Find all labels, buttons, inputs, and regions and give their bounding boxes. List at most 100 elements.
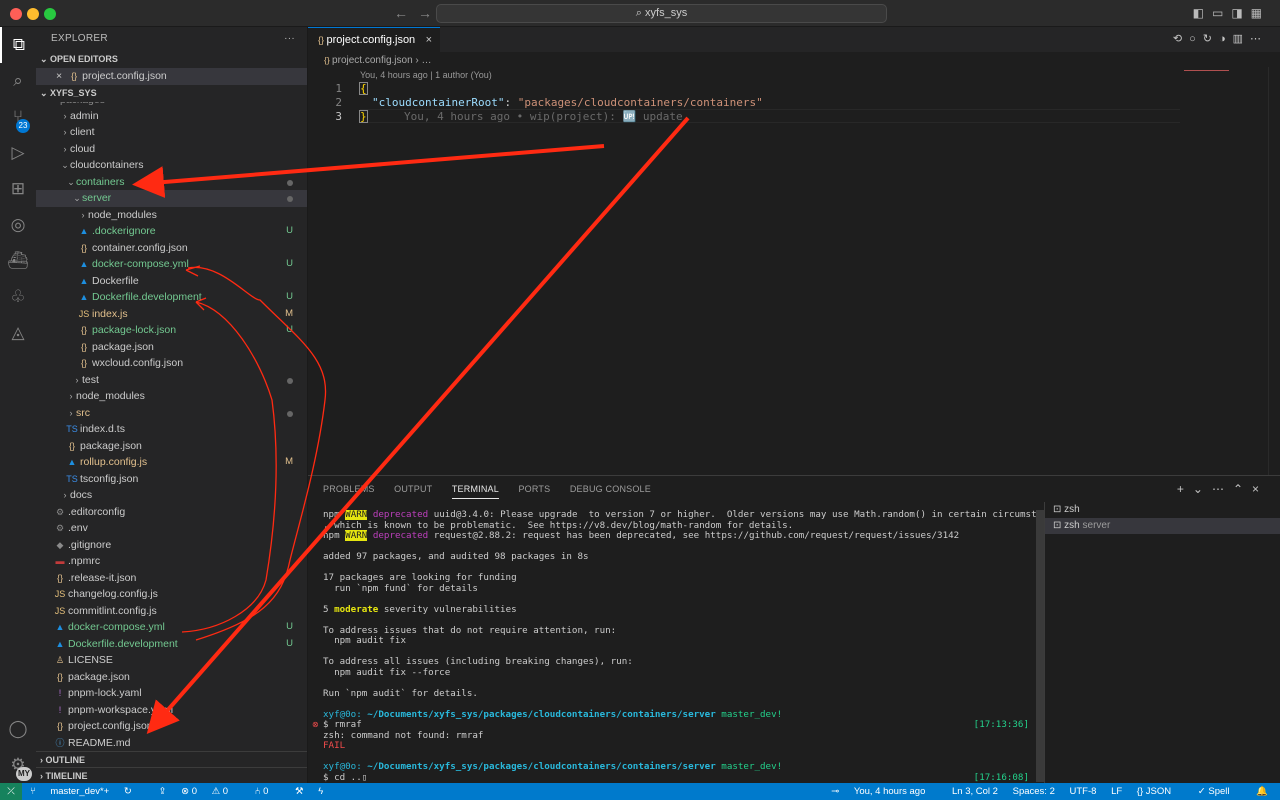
tree-icon[interactable]: ♧ bbox=[0, 279, 36, 315]
file-item[interactable]: ⚙ .env bbox=[36, 520, 307, 537]
file-item[interactable]: ▲ .dockerignore U bbox=[36, 223, 307, 240]
gitlab-icon[interactable]: ◬ bbox=[0, 315, 36, 351]
file-item[interactable]: ▬ .npmrc bbox=[36, 553, 307, 570]
editor-actions[interactable]: ⟲○↻◑▥⋯ bbox=[1173, 32, 1268, 45]
tab-output[interactable]: OUTPUT bbox=[394, 484, 432, 494]
docker-icon[interactable]: ⛴ bbox=[0, 243, 36, 279]
folder-item[interactable]: ⌄cloudcontainers bbox=[36, 157, 307, 174]
file-item[interactable]: {} wxcloud.config.json bbox=[36, 355, 307, 372]
remote-indicator-icon[interactable]: ⤫ bbox=[0, 783, 22, 800]
lightning-icon[interactable]: ϟ bbox=[318, 786, 323, 797]
run-debug-icon[interactable]: ▷ bbox=[0, 135, 36, 171]
zoom-window-button[interactable] bbox=[44, 8, 56, 20]
close-window-button[interactable] bbox=[10, 8, 22, 20]
file-item[interactable]: ▲ docker-compose.yml U bbox=[36, 619, 307, 636]
explorer-icon[interactable]: ⧉ bbox=[0, 27, 36, 63]
end-of-line[interactable]: LF bbox=[1111, 786, 1122, 797]
file-item[interactable]: {} project.config.json bbox=[36, 718, 307, 735]
folder-item[interactable]: ⌄containers bbox=[36, 174, 307, 191]
explorer-more-button[interactable]: ··· bbox=[284, 27, 295, 51]
file-item[interactable]: ▲ Dockerfile bbox=[36, 273, 307, 290]
search-view-icon[interactable]: ⌕ bbox=[0, 63, 36, 99]
folder-item[interactable]: › cloud bbox=[36, 141, 307, 158]
file-item[interactable]: {} package-lock.json U bbox=[36, 322, 307, 339]
breadcrumb[interactable]: {} project.config.json › … bbox=[324, 55, 432, 66]
terminal-item[interactable]: ⊡ zsh bbox=[1045, 502, 1280, 518]
panel-actions[interactable]: +⌄⋯⌃× bbox=[1177, 482, 1268, 496]
folder-item[interactable]: › src bbox=[36, 405, 307, 422]
file-item[interactable]: ⓘ README.md bbox=[36, 735, 307, 752]
close-icon[interactable]: × bbox=[56, 70, 62, 82]
workspace-section[interactable]: ⌄ XYFS_SYS bbox=[36, 85, 307, 102]
code-line-3[interactable]: } bbox=[359, 110, 368, 123]
encoding[interactable]: UTF-8 bbox=[1070, 786, 1097, 797]
folder-item[interactable]: › docs bbox=[36, 487, 307, 504]
outline-section[interactable]: › OUTLINE bbox=[36, 751, 307, 768]
file-item[interactable]: TS tsconfig.json bbox=[36, 471, 307, 488]
breadcrumb-file[interactable]: project.config.json bbox=[332, 55, 413, 66]
account-icon[interactable]: ◯ bbox=[0, 711, 36, 747]
codelens-blame[interactable]: You, 4 hours ago | 1 author (You) bbox=[360, 70, 492, 80]
file-item[interactable]: ◆ .gitignore bbox=[36, 537, 307, 554]
close-tab-icon[interactable]: × bbox=[426, 28, 432, 52]
branch-item[interactable]: ⑂ master_dev*+ ↻ bbox=[30, 786, 144, 797]
tab-problems[interactable]: PROBLEMS bbox=[323, 484, 375, 494]
folder-item[interactable]: › node_modules bbox=[36, 388, 307, 405]
cursor-position[interactable]: Ln 3, Col 2 bbox=[952, 786, 998, 797]
command-center[interactable]: ⌕ xyfs_sys bbox=[436, 4, 887, 23]
file-item[interactable]: ▲ Dockerfile.development U bbox=[36, 289, 307, 306]
terminal-output[interactable]: npm WARN deprecated uuid@3.4.0: Please u… bbox=[323, 510, 1041, 782]
file-item[interactable]: ! pnpm-workspace.yaml bbox=[36, 702, 307, 719]
file-item[interactable]: ▲ rollup.config.js M bbox=[36, 454, 307, 471]
file-item[interactable]: {} package.json bbox=[36, 339, 307, 356]
file-item[interactable]: {} .release-it.json bbox=[36, 570, 307, 587]
file-item[interactable]: JS changelog.config.js bbox=[36, 586, 307, 603]
tab-terminal[interactable]: TERMINAL bbox=[451, 484, 499, 499]
folder-item[interactable]: › node_modules bbox=[36, 207, 307, 224]
language-mode[interactable]: {} JSON bbox=[1137, 786, 1183, 797]
extensions-icon[interactable]: ⊞ bbox=[0, 171, 36, 207]
file-item[interactable]: ⚙ .editorconfig bbox=[36, 504, 307, 521]
file-item[interactable]: ▲ Dockerfile.development U bbox=[36, 636, 307, 653]
timeline-section[interactable]: › TIMELINE bbox=[36, 767, 307, 783]
breadcrumb-symbol[interactable]: … bbox=[422, 55, 432, 66]
file-item[interactable]: {} container.config.json bbox=[36, 240, 307, 257]
indentation[interactable]: Spaces: 2 bbox=[1013, 786, 1055, 797]
file-item[interactable]: ▲ docker-compose.yml U bbox=[36, 256, 307, 273]
publish-icon[interactable]: ⇪ bbox=[158, 786, 166, 797]
problems-item[interactable]: ⊗ 0 ⚠ 0 bbox=[181, 786, 240, 797]
layout-controls[interactable]: ◧▭◨▦ bbox=[1193, 6, 1270, 20]
remote-explorer-icon[interactable]: ◎ bbox=[0, 207, 36, 243]
file-item[interactable]: ♙ LICENSE bbox=[36, 652, 307, 669]
minimize-window-button[interactable] bbox=[27, 8, 39, 20]
terminal-item[interactable]: ⊡ zsh server bbox=[1045, 518, 1280, 534]
file-item[interactable]: TS index.d.ts bbox=[36, 421, 307, 438]
code-line-1[interactable]: { bbox=[359, 82, 368, 95]
editor-tab[interactable]: {} project.config.json × bbox=[308, 27, 440, 52]
ports-item[interactable]: ⑃ 0 bbox=[255, 786, 281, 797]
code-line-2[interactable]: "cloudcontainerRoot": "packages/cloudcon… bbox=[372, 96, 763, 109]
minimap[interactable] bbox=[1184, 70, 1229, 71]
notifications-icon[interactable]: 🔔 bbox=[1256, 786, 1268, 797]
navigation-arrows[interactable]: ←→ bbox=[394, 5, 442, 21]
settings-gear-icon[interactable]: ⚙ MY bbox=[0, 747, 36, 783]
tab-debug-console[interactable]: DEBUG CONSOLE bbox=[570, 484, 651, 494]
open-editor-item[interactable]: × {} project.config.json bbox=[36, 68, 307, 85]
editor-scrollbar[interactable] bbox=[1268, 67, 1280, 475]
source-control-icon[interactable]: ⑂ 23 bbox=[0, 99, 36, 135]
blame-item[interactable]: ⊸ You, 4 hours ago bbox=[831, 786, 937, 797]
file-item[interactable]: {} package.json bbox=[36, 438, 307, 455]
tools-icon[interactable]: ⚒ bbox=[295, 786, 304, 797]
folder-item[interactable]: › test bbox=[36, 372, 307, 389]
file-item[interactable]: JS index.js M bbox=[36, 306, 307, 323]
file-item[interactable]: JS commitlint.config.js bbox=[36, 603, 307, 620]
tab-ports[interactable]: PORTS bbox=[518, 484, 550, 494]
folder-item[interactable]: › admin bbox=[36, 108, 307, 125]
terminal-scrollbar[interactable] bbox=[1036, 510, 1044, 782]
file-item[interactable]: ! pnpm-lock.yaml bbox=[36, 685, 307, 702]
folder-item[interactable]: ⌄server bbox=[36, 190, 307, 207]
open-editors-section[interactable]: ⌄ OPEN EDITORS bbox=[36, 51, 307, 68]
spell-item[interactable]: ✓ Spell bbox=[1198, 786, 1242, 797]
file-item[interactable]: {} package.json bbox=[36, 669, 307, 686]
folder-item[interactable]: › client bbox=[36, 124, 307, 141]
